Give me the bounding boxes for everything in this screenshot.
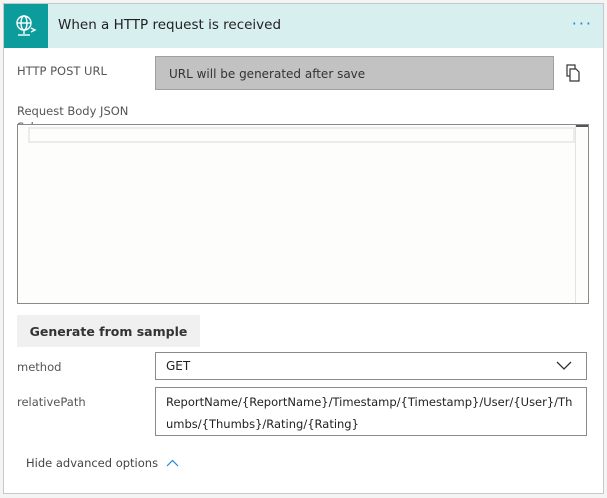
hide-advanced-options-label: Hide advanced options (26, 456, 159, 470)
method-value: GET (166, 359, 191, 373)
schema-label: Request Body JSON Schema (17, 104, 129, 125)
scrollbar-thumb[interactable] (576, 125, 588, 127)
copy-icon[interactable] (566, 64, 580, 86)
schema-textarea[interactable] (17, 124, 589, 304)
http-trigger-card: When a HTTP request is received ··· HTTP… (3, 3, 604, 494)
scrollbar[interactable] (575, 125, 588, 303)
method-select[interactable]: GET (155, 352, 587, 380)
globe-request-icon (4, 4, 48, 48)
editor-line (28, 127, 575, 143)
chevron-up-icon (166, 459, 179, 467)
hide-advanced-options-toggle[interactable]: Hide advanced options (26, 456, 179, 470)
chevron-down-icon (556, 361, 572, 370)
relative-path-label: relativePath (17, 395, 86, 409)
method-label: method (17, 360, 62, 374)
generate-from-sample-button[interactable]: Generate from sample (17, 315, 200, 347)
more-options-icon[interactable]: ··· (572, 14, 593, 33)
relative-path-input[interactable]: ReportName/{ReportName}/Timestamp/{Times… (155, 387, 587, 436)
http-post-url-field: URL will be generated after save (155, 56, 554, 90)
http-post-url-label: HTTP POST URL (17, 64, 107, 78)
card-title: When a HTTP request is received (58, 17, 282, 33)
card-header[interactable]: When a HTTP request is received ··· (4, 4, 603, 48)
